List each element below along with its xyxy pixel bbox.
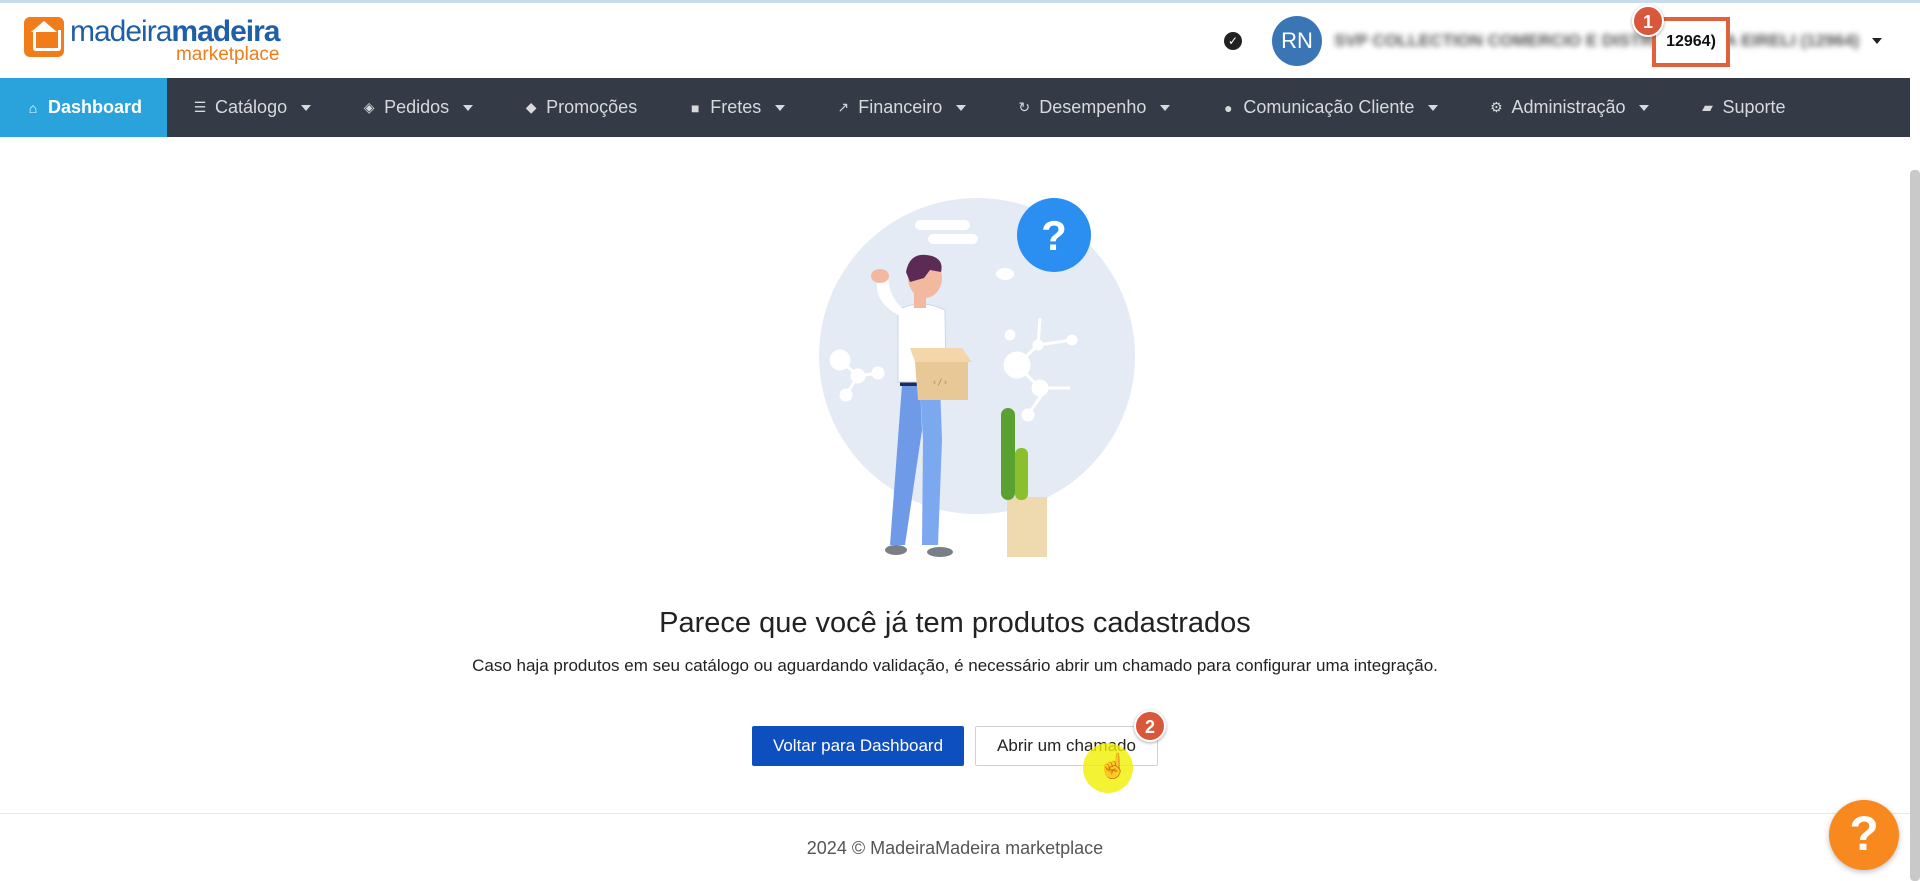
- layers-icon: ◈: [363, 99, 375, 115]
- nav-item-catalogo[interactable]: ☰ Catálogo: [167, 78, 336, 137]
- refresh-icon: ↻: [1018, 99, 1031, 115]
- chevron-down-icon: [301, 104, 312, 111]
- logo[interactable]: madeiramadeira marketplace: [24, 15, 280, 64]
- nav-label: Suporte: [1722, 97, 1786, 117]
- footer-copyright: 2024 © MadeiraMadeira marketplace: [806, 838, 1104, 858]
- nav-label: Desempenho: [1039, 97, 1147, 117]
- step-badge-2: 2: [1134, 710, 1166, 742]
- cloud-shape: [928, 234, 978, 244]
- main-navbar: ⌂ Dashboard ☰ Catálogo ◈ Pedidos ◆ Promo…: [0, 78, 1910, 137]
- cardboard-box-flap: [910, 348, 972, 362]
- nav-label: Dashboard: [48, 97, 143, 117]
- house-logo-icon: [24, 17, 64, 57]
- step-badge-1: 1: [1632, 5, 1664, 37]
- nav-item-comunicacao-cliente[interactable]: ● Comunicação Cliente: [1195, 78, 1463, 137]
- list-icon: ☰: [193, 99, 207, 115]
- nav-label: Financeiro: [858, 97, 943, 117]
- truck-icon: ■: [690, 99, 700, 116]
- chevron-down-icon: [1639, 104, 1650, 111]
- nav-label: Catálogo: [215, 97, 288, 117]
- nav-item-dashboard[interactable]: ⌂ Dashboard: [0, 78, 168, 137]
- cloud-shape: [996, 268, 1014, 280]
- cactus: [1001, 408, 1015, 500]
- back-to-dashboard-button[interactable]: Voltar para Dashboard: [752, 726, 964, 766]
- verified-check-icon[interactable]: ✓: [1224, 31, 1242, 50]
- user-account-name[interactable]: SVP COLLECTION COMERCIO E DISTRIBUIDORA …: [1334, 31, 1864, 51]
- person-shoe: [927, 547, 953, 557]
- chevron-down-icon: [463, 104, 474, 111]
- page-description: Caso haja produtos em seu catálogo ou ag…: [472, 656, 1438, 675]
- annotation-highlight-box: 12964): [1652, 17, 1730, 67]
- nav-label: Promoções: [546, 97, 638, 117]
- question-mark-icon: ?: [1041, 212, 1067, 259]
- nav-item-promocoes[interactable]: ◆ Promoções: [498, 78, 662, 137]
- header: madeiramadeira marketplace ✓ RN SVP COLL…: [0, 3, 1910, 78]
- nav-item-desempenho[interactable]: ↻ Desempenho: [991, 78, 1195, 137]
- footer-divider: [0, 813, 1910, 814]
- nav-label: Fretes: [710, 97, 762, 117]
- nav-label: Pedidos: [384, 97, 450, 117]
- page-title: Parece que você já tem produtos cadastra…: [659, 607, 1251, 639]
- chevron-down-icon: [1160, 104, 1171, 111]
- person-shoe: [885, 545, 907, 555]
- home-icon: ⌂: [28, 99, 38, 116]
- avatar[interactable]: RN: [1272, 15, 1322, 66]
- nav-item-suporte[interactable]: ▰ Suporte: [1674, 78, 1810, 137]
- plant-pot: [1007, 497, 1047, 557]
- cloud-shape: [915, 220, 970, 230]
- user-menu-chevron-down-icon[interactable]: [1872, 37, 1882, 44]
- comment-icon: ▰: [1702, 99, 1713, 115]
- hand-pointer-icon: ☝: [1098, 753, 1128, 780]
- user-area: ✓ RN SVP COLLECTION COMERCIO E DISTRIBUI…: [1224, 3, 1910, 78]
- nav-item-pedidos[interactable]: ◈ Pedidos: [336, 78, 498, 137]
- nav-item-financeiro[interactable]: ↗ Financeiro: [810, 78, 991, 137]
- confused-person-illustration: ? ‹/›: [819, 198, 1135, 557]
- nav-item-fretes[interactable]: ■ Fretes: [662, 78, 810, 137]
- chevron-down-icon: [956, 104, 967, 111]
- nav-label: Administração: [1511, 97, 1626, 117]
- chevron-down-icon: [775, 104, 786, 111]
- gear-icon: ⚙: [1490, 99, 1503, 115]
- chat-icon: ●: [1224, 99, 1233, 116]
- logo-text-part1: madeira: [70, 15, 172, 48]
- highlight-text: 12964): [1666, 33, 1716, 50]
- person-hand: [871, 269, 889, 283]
- person-leg: [920, 385, 942, 545]
- help-question-icon[interactable]: ?: [1829, 800, 1899, 870]
- line-chart-icon: ↗: [837, 99, 850, 115]
- nav-item-administracao[interactable]: ⚙ Administração: [1463, 78, 1674, 137]
- tag-icon: ◆: [525, 99, 537, 115]
- cactus: [1015, 448, 1028, 500]
- nav-label: Comunicação Cliente: [1243, 97, 1415, 117]
- code-icon: ‹/›: [932, 378, 948, 388]
- chevron-down-icon: [1428, 104, 1439, 111]
- page-scrollbar[interactable]: [1910, 170, 1920, 881]
